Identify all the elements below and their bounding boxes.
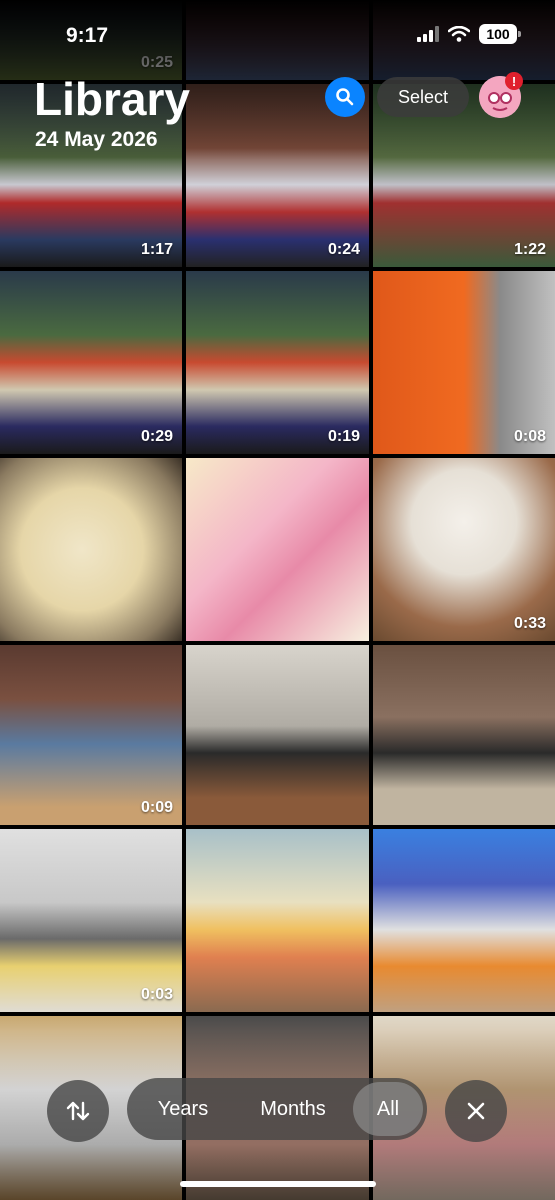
- cellular-signal-icon: [417, 26, 439, 42]
- video-duration: 0:19: [327, 428, 360, 445]
- video-thumbnail[interactable]: 0:03: [0, 829, 182, 1012]
- tab-all[interactable]: All: [353, 1082, 423, 1136]
- photo-thumbnail[interactable]: [186, 829, 369, 1012]
- photo-thumbnail[interactable]: [373, 829, 555, 1012]
- tab-years[interactable]: Years: [141, 1078, 225, 1140]
- photo-thumbnail[interactable]: [186, 645, 369, 825]
- page-title: Library: [34, 73, 190, 125]
- photo-thumbnail[interactable]: [0, 458, 182, 641]
- video-thumbnail[interactable]: 0:19: [186, 271, 369, 454]
- video-duration: 1:17: [140, 241, 173, 258]
- video-duration: 0:25: [140, 54, 173, 71]
- wifi-icon: [448, 26, 470, 42]
- video-thumbnail[interactable]: 0:29: [0, 271, 182, 454]
- video-duration: 0:03: [140, 986, 173, 1003]
- video-duration: 0:08: [513, 428, 546, 445]
- select-button[interactable]: Select: [377, 77, 469, 117]
- video-duration: 0:29: [140, 428, 173, 445]
- home-indicator[interactable]: [180, 1181, 376, 1187]
- photo-thumbnail[interactable]: [186, 458, 369, 641]
- photo-thumbnail[interactable]: [186, 0, 369, 80]
- video-thumbnail[interactable]: 0:33: [373, 458, 555, 641]
- section-date: 24 May 2026: [35, 128, 158, 151]
- video-thumbnail[interactable]: 0:09: [0, 645, 182, 825]
- status-time: 9:17: [66, 24, 109, 47]
- notification-badge: !: [505, 72, 523, 90]
- photo-grid: 0:25 1:17 0:24 1:22 0:29 0:19 0:08 0:33 …: [0, 0, 555, 1200]
- status-indicators: 100: [417, 24, 521, 44]
- video-duration: 0:33: [513, 615, 546, 632]
- video-duration: 1:22: [513, 241, 546, 258]
- video-thumbnail[interactable]: 0:08: [373, 271, 555, 454]
- video-duration: 0:09: [140, 799, 173, 816]
- view-segmented-control: Years Months All: [127, 1078, 427, 1140]
- search-button[interactable]: [325, 77, 365, 117]
- sort-arrows-icon: [66, 1101, 90, 1121]
- battery-indicator: 100: [479, 24, 521, 44]
- video-duration: 0:24: [327, 241, 360, 258]
- close-button[interactable]: [445, 1080, 507, 1142]
- search-icon: [336, 88, 354, 106]
- tab-months[interactable]: Months: [237, 1078, 349, 1140]
- photo-thumbnail[interactable]: [373, 645, 555, 825]
- close-icon: [467, 1102, 485, 1120]
- sort-button[interactable]: [47, 1080, 109, 1142]
